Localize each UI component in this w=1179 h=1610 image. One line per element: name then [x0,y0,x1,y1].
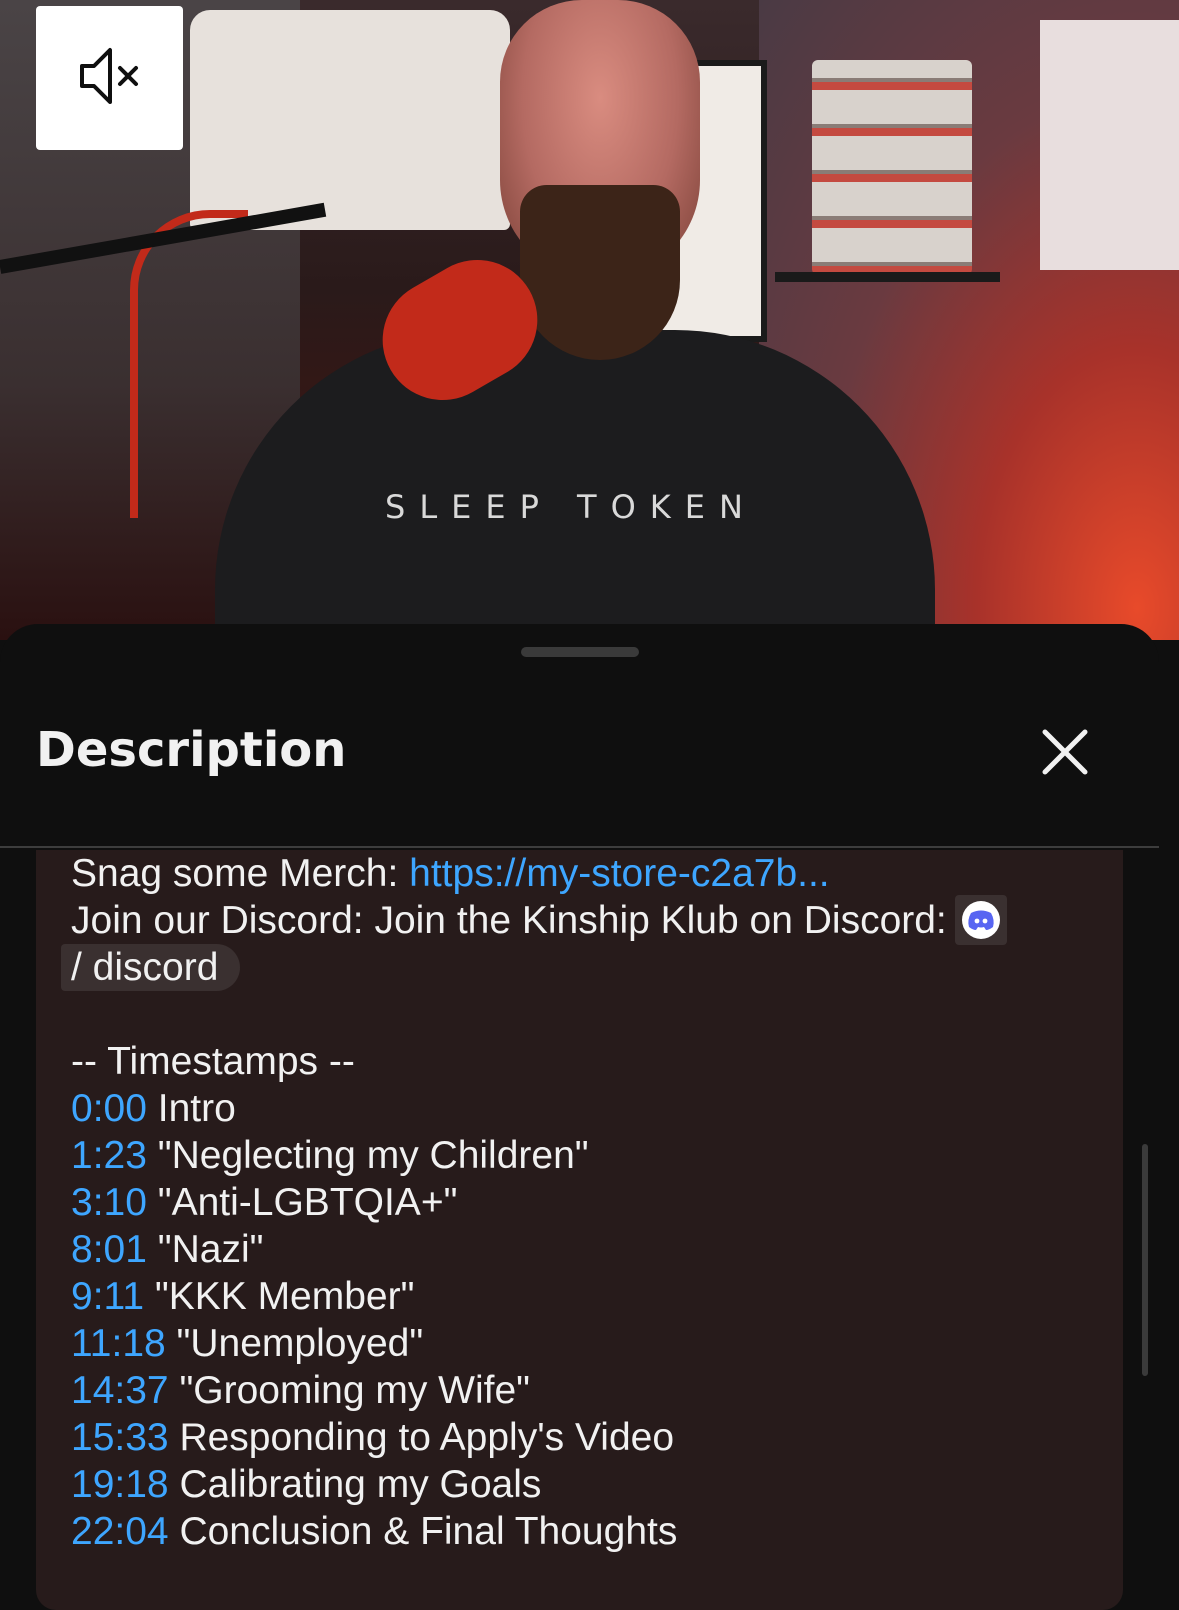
scrollbar[interactable] [1142,1144,1148,1376]
sheet-title: Description [36,722,347,778]
description-body: Snag some Merch: https://my-store-c2a7b.… [36,850,1123,1610]
timestamp-title: "Anti-LGBTQIA+" [146,1181,458,1224]
video-shelf-jars [812,60,972,275]
timestamp-row: 1:23 "Neglecting my Children" [71,1132,1091,1179]
timestamp-link[interactable]: 0:00 [71,1087,147,1130]
timestamp-title: "KKK Member" [144,1275,415,1318]
merch-label: Snag some Merch: [71,852,410,895]
close-button[interactable] [1030,719,1100,789]
timestamp-title: "Grooming my Wife" [168,1369,531,1412]
discord-handle-line: / discord [61,944,1091,991]
video-player[interactable]: SLEEP TOKEN [0,0,1179,640]
timestamp-row: 3:10 "Anti-LGBTQIA+" [71,1179,1091,1226]
timestamp-row: 14:37 "Grooming my Wife" [71,1367,1091,1414]
timestamp-row: 0:00 Intro [71,1085,1091,1132]
discord-label: Join our Discord: Join the Kinship Klub … [71,899,947,942]
timestamp-title: Calibrating my Goals [168,1463,542,1506]
header-divider [0,846,1159,848]
timestamp-title: Intro [146,1087,236,1130]
discord-chip[interactable] [954,894,1007,945]
timestamp-row: 22:04 Conclusion & Final Thoughts [71,1508,1091,1555]
timestamp-link[interactable]: 11:18 [71,1322,166,1365]
video-shelf [775,272,1000,282]
video-mic-cable [130,210,248,518]
merch-link[interactable]: https://my-store-c2a7b... [409,852,830,895]
mute-button[interactable] [36,6,183,150]
timestamp-row: 11:18 "Unemployed" [71,1320,1091,1367]
timestamp-row: 19:18 Calibrating my Goals [71,1461,1091,1508]
timestamp-link[interactable]: 1:23 [71,1134,147,1177]
timestamp-link[interactable]: 8:01 [71,1228,147,1271]
timestamp-title: Conclusion & Final Thoughts [168,1510,678,1553]
description-sheet: Description Snag some Merch: https://my-… [0,624,1159,1610]
timestamp-link[interactable]: 3:10 [71,1181,147,1224]
timestamp-link[interactable]: 14:37 [71,1369,169,1412]
video-person-beard [520,185,680,360]
discord-icon [961,900,1000,939]
timestamp-row: 8:01 "Nazi" [71,1226,1091,1273]
video-wall-shirt [190,10,510,230]
timestamp-title: "Unemployed" [165,1322,424,1365]
merch-line: Snag some Merch: https://my-store-c2a7b.… [71,850,1091,897]
timestamp-row: 9:11 "KKK Member" [71,1273,1091,1320]
timestamp-title: "Neglecting my Children" [146,1134,589,1177]
timestamp-link[interactable]: 22:04 [71,1510,169,1553]
sheet-drag-handle[interactable] [521,647,639,657]
timestamp-title: Responding to Apply's Video [168,1416,675,1459]
video-shirt-text: SLEEP TOKEN [385,488,757,526]
timestamps-header: -- Timestamps -- [71,1040,355,1083]
video-wall-poster [1040,20,1179,270]
discord-line: Join our Discord: Join the Kinship Klub … [71,894,1091,945]
timestamp-link[interactable]: 15:33 [71,1416,169,1459]
timestamp-link[interactable]: 19:18 [71,1463,169,1506]
timestamp-link[interactable]: 9:11 [71,1275,144,1318]
close-icon [1040,727,1090,782]
volume-muted-icon [74,40,146,117]
discord-handle-link[interactable]: / discord [61,944,241,991]
timestamp-title: "Nazi" [146,1228,264,1271]
timestamp-row: 15:33 Responding to Apply's Video [71,1414,1091,1461]
